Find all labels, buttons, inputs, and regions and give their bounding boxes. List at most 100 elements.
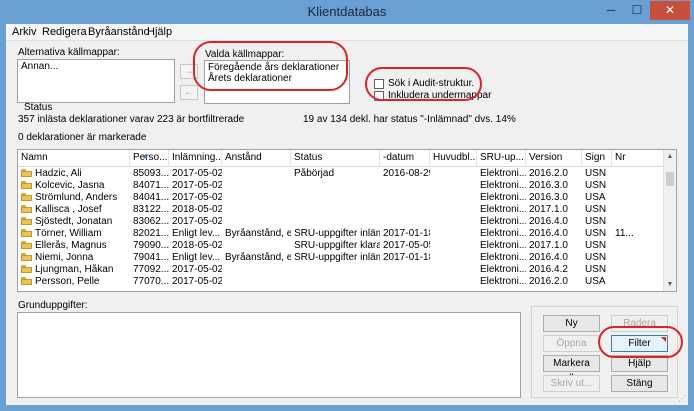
cell-inlamning: 2017-05-02 [172, 264, 222, 275]
status-submitted-text: 19 av 134 dekl. har status "-Inlämnad" d… [303, 114, 516, 125]
cell-huvudblankett [430, 204, 477, 215]
new-button[interactable]: Ny [543, 315, 600, 332]
client-name: Ljungman, Håkan [35, 264, 114, 275]
cell-name: Ellerås, Magnus [18, 240, 130, 251]
cell-inlamning: 2018-05-02 [172, 240, 222, 251]
menu-hjalp[interactable]: Hjälp [147, 26, 172, 38]
table-scrollbar[interactable]: ▲ ▼ [663, 150, 676, 291]
menu-redigera[interactable]: Redigera [42, 26, 87, 38]
cell-sru: Elektroni... [480, 264, 526, 275]
cell-huvudblankett [430, 240, 477, 251]
status-title: Status [24, 102, 53, 113]
cell-name: Törner, William [18, 228, 130, 239]
client-name: Törner, William [35, 228, 102, 239]
menu-byraanstand[interactable]: Byråanstånd [88, 26, 150, 38]
resize-grip-icon[interactable]: ⋰ [678, 394, 686, 403]
table-row[interactable]: Strömlund, Anders 84041... 2017-05-02 Elekt… [18, 192, 664, 203]
folder-icon [21, 253, 32, 261]
column-header-datum[interactable]: -datum [380, 150, 430, 167]
scroll-thumb[interactable] [666, 172, 674, 186]
table-row[interactable]: Kolcevic, Jasna 84071... 2017-05-02 Elektro… [18, 180, 664, 191]
folder-icon [21, 217, 32, 225]
close-window-button[interactable]: Stäng [611, 375, 668, 392]
cell-anstand [222, 264, 291, 275]
column-header-inlamning[interactable]: Inlämning... [169, 150, 222, 167]
cell-datum: 2017-01-18 [383, 252, 430, 263]
cell-status: SRU-uppgifter inläm... [294, 252, 380, 263]
table-row[interactable]: Hadzic, Ali 85093... 2017-05-02 Påbörjad 201… [18, 168, 664, 179]
column-header-huvudblankett[interactable]: Huvudbl... [430, 150, 477, 167]
cell-name: Kolcevic, Jasna [18, 180, 130, 191]
status-loaded-text: 357 inlästa deklarationer varav 223 är b… [18, 114, 245, 125]
cell-status [291, 264, 380, 275]
cell-sru: Elektroni... [480, 192, 526, 203]
title-bar[interactable]: Klientdatabas ─ ☐ ✕ [0, 0, 694, 24]
column-header-nr[interactable]: Nr [612, 150, 664, 167]
table-row[interactable]: Kallisca , Josef 83122... 2018-05-02 Elektr… [18, 204, 664, 215]
list-item[interactable]: Annan... [21, 61, 171, 72]
folder-icon [21, 277, 32, 285]
cell-personnummer: 84071... [133, 180, 169, 191]
column-header-status[interactable]: Status [291, 150, 380, 167]
table-header: Namn ▲ Perso... Inlämning... Anstånd Sta… [18, 150, 664, 167]
cell-datum [380, 180, 430, 191]
table-row[interactable]: Persson, Pelle 77070... 2017-05-02 Elektron… [18, 276, 664, 287]
cell-version: 2016.4.0 [529, 228, 568, 239]
cell-version: 2016.2.0 [529, 168, 568, 179]
cell-name: Persson, Pelle [18, 276, 130, 287]
maximize-button[interactable]: ☐ [624, 1, 650, 20]
annotation-oval-options [365, 67, 482, 101]
cell-anstand [222, 204, 291, 215]
cell-version: 2016.4.0 [529, 216, 568, 227]
column-header-anstand[interactable]: Anstånd [222, 150, 291, 167]
cell-huvudblankett [430, 180, 477, 191]
cell-personnummer: 83122... [133, 204, 169, 215]
cell-datum [380, 216, 430, 227]
cell-huvudblankett [430, 228, 477, 239]
close-button[interactable]: ✕ [650, 1, 690, 20]
alt-folders-list[interactable]: Annan... [17, 59, 175, 103]
cell-anstand [222, 240, 291, 251]
window-title: Klientdatabas [307, 4, 387, 19]
cell-version: 2016.2.0 [529, 276, 568, 287]
minimize-button[interactable]: ─ [598, 1, 624, 20]
folder-icon [21, 241, 32, 249]
menu-arkiv[interactable]: Arkiv [12, 26, 36, 38]
column-header-sign[interactable]: Sign [582, 150, 612, 167]
declarations-table[interactable]: Namn ▲ Perso... Inlämning... Anstånd Sta… [17, 149, 677, 292]
client-name: Sjöstedt, Jonatan [35, 216, 113, 227]
column-header-namn[interactable]: Namn [18, 150, 130, 167]
cell-sru: Elektroni... [480, 252, 526, 263]
cell-sign: USA [585, 276, 606, 287]
cell-datum: 2016-08-29 [383, 168, 430, 179]
column-header-person[interactable]: ▲ Perso... [130, 150, 169, 167]
table-row[interactable]: Niemi, Jonna 79041... Enligt lev... Byråans… [18, 252, 664, 263]
scroll-up-icon[interactable]: ▲ [664, 150, 676, 163]
open-button[interactable]: Öppna [543, 335, 600, 352]
scroll-down-icon[interactable]: ▼ [664, 278, 676, 291]
client-name: Niemi, Jonna [35, 252, 94, 263]
table-row[interactable]: Sjöstedt, Jonatan 83062... 2017-05-02 Elekt… [18, 216, 664, 227]
table-row[interactable]: Ljungman, Håkan 77092... 2017-05-02 Elektro… [18, 264, 664, 275]
column-header-version[interactable]: Version [526, 150, 582, 167]
column-header-sru[interactable]: SRU-up... [477, 150, 526, 167]
cell-anstand: Byråanstånd, el... [225, 228, 291, 239]
cell-huvudblankett [430, 264, 477, 275]
menu-bar: Arkiv Redigera Byråanstånd Hjälp [6, 24, 688, 41]
table-row[interactable]: Törner, William 82021... Enligt lev... Byrå… [18, 228, 664, 239]
cell-sru: Elektroni... [480, 180, 526, 191]
cell-inlamning: 2017-05-02 [172, 192, 222, 203]
details-panel [17, 312, 521, 398]
client-name: Kallisca , Josef [35, 204, 102, 215]
select-all-button[interactable]: Markera alla [543, 355, 600, 384]
move-left-button[interactable]: ← [180, 85, 198, 100]
cell-status [291, 204, 380, 215]
table-row[interactable]: Ellerås, Magnus 79090... 2018-05-02 SRU-upp… [18, 240, 664, 251]
folder-icon [21, 169, 32, 177]
print-button[interactable]: Skriv ut... [543, 375, 600, 392]
sort-indicator-icon: ▲ [142, 153, 149, 160]
cell-name: Ljungman, Håkan [18, 264, 130, 275]
cell-sign: USN [585, 252, 607, 263]
cell-nr [612, 192, 664, 203]
cell-sru: Elektroni... [480, 204, 526, 215]
